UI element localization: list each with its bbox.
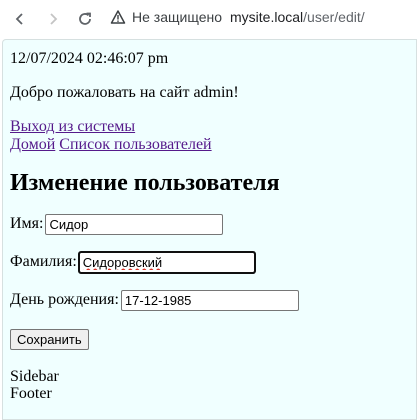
reload-icon[interactable] (73, 7, 97, 31)
forward-icon[interactable] (41, 7, 65, 31)
home-link[interactable]: Домой (10, 136, 55, 153)
address-bar[interactable]: mysite.local/user/edit/ (230, 9, 365, 25)
footer-text: Footer (10, 385, 52, 402)
save-button[interactable]: Сохранить (10, 329, 89, 350)
security-indicator[interactable]: Не защищено (110, 9, 222, 25)
last-name-field[interactable] (77, 250, 256, 274)
current-datetime: 12/07/2024 02:46:07 pm (10, 50, 169, 67)
page-title: Изменение пользователя (10, 170, 280, 196)
page-viewport: 12/07/2024 02:46:07 pm Добро пожаловать … (2, 39, 417, 420)
first-name-row: Имя: (10, 213, 299, 235)
back-icon[interactable] (8, 7, 32, 31)
first-name-label: Имя: (10, 215, 44, 232)
users-list-link[interactable]: Список пользователей (59, 136, 211, 153)
browser-toolbar: Не защищено mysite.local/user/edit/ (0, 0, 417, 38)
footer-area: Sidebar Footer (10, 368, 299, 402)
first-name-field[interactable] (45, 213, 224, 235)
url-host: mysite.local (230, 9, 304, 25)
sidebar-text: Sidebar (10, 368, 59, 385)
logout-link[interactable]: Выход из системы (10, 118, 135, 135)
warning-icon (110, 10, 126, 24)
birthday-row: День рождения: (10, 289, 299, 311)
page-content: 12/07/2024 02:46:07 pm Добро пожаловать … (10, 50, 299, 402)
birthday-label: День рождения: (10, 291, 119, 308)
security-label: Не защищено (132, 9, 222, 25)
url-path: /user/edit/ (303, 9, 365, 25)
birthday-field[interactable] (120, 289, 299, 311)
welcome-message: Добро пожаловать на сайт admin! (10, 84, 239, 101)
last-name-row: Фамилия: (10, 250, 299, 274)
nav-links: Выход из системы Домой Список пользовате… (10, 118, 299, 154)
last-name-label: Фамилия: (10, 253, 77, 270)
